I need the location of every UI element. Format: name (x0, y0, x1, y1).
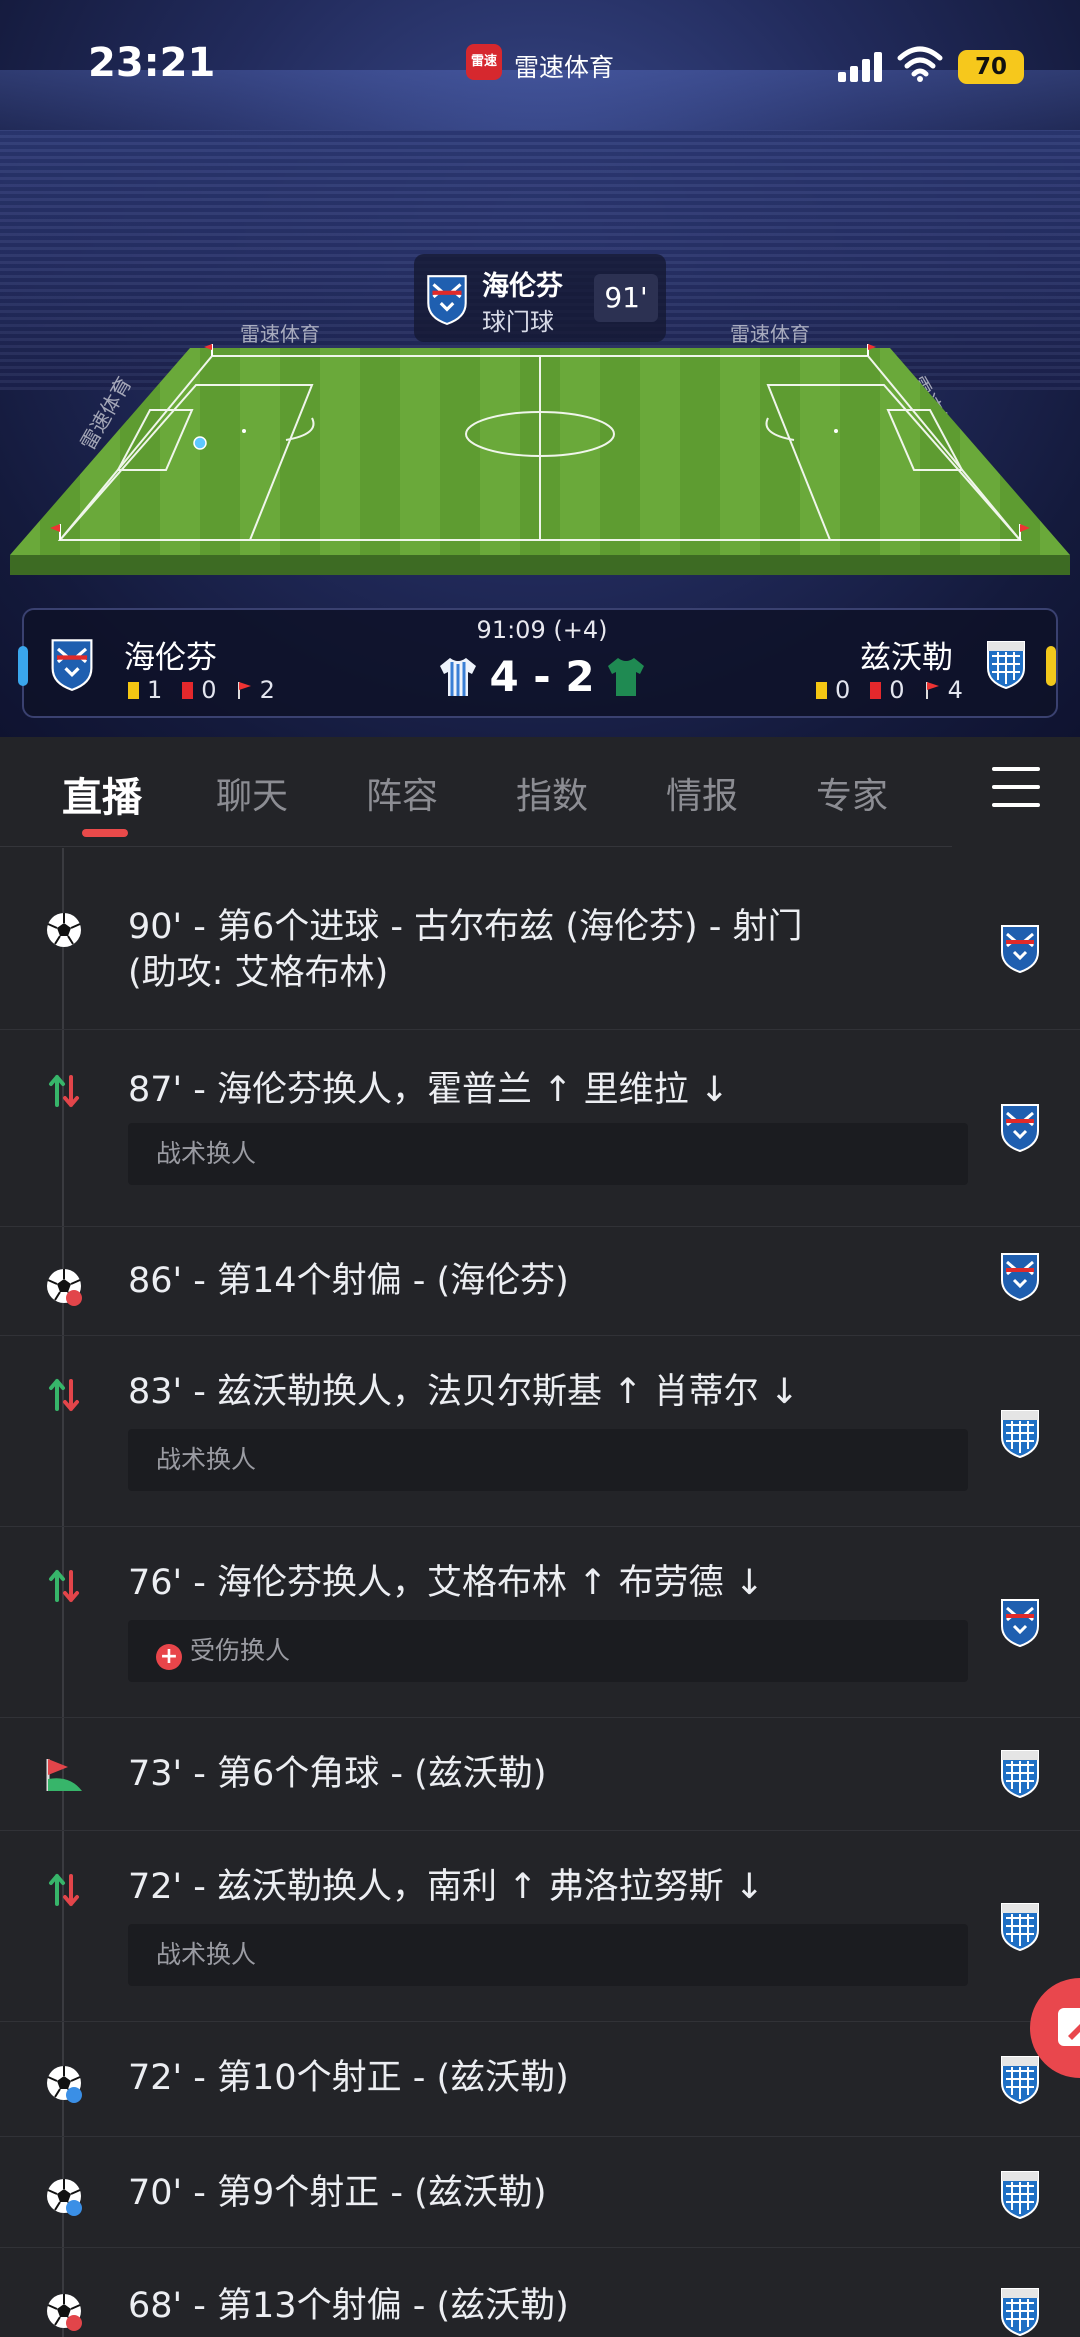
event-row[interactable]: 72' - 第10个射正 - (兹沃勒) (0, 2023, 1080, 2137)
zwolle-crest-icon[interactable] (984, 638, 1028, 690)
substitution-reason-text: 受伤换人 (190, 1636, 291, 1665)
shot-on-target-icon (42, 2174, 82, 2216)
event-text: 70' - 第9个射正 - (兹沃勒) (128, 2173, 547, 2213)
substitution-reason: 战术换人 (128, 1123, 968, 1185)
event-text: 72' - 第10个射正 - (兹沃勒) (128, 2058, 569, 2098)
tab-lineup[interactable]: 阵容 (366, 767, 438, 819)
event-text: 86' - 第14个射偏 - (海伦芬) (128, 1261, 569, 1301)
heerenveen-crest-icon (427, 275, 467, 326)
event-row[interactable]: 72' - 兹沃勒换人，南利 ↑ 弗洛拉努斯 ↓ 战术换人 (0, 1832, 1080, 2022)
event-text: 87' - 海伦芬换人，霍普兰 ↑ 里维拉 ↓ (128, 1070, 730, 1110)
cellular-signal-icon (838, 52, 882, 82)
tab-bar: 直播 聊天 阵容 指数 情报 专家 (0, 737, 1080, 847)
event-row[interactable]: 83' - 兹沃勒换人，法贝尔斯基 ↑ 肖蒂尔 ↓ 战术换人 (0, 1337, 1080, 1527)
tab-chat[interactable]: 聊天 (216, 767, 288, 819)
live-event-popup: 海伦芬 球门球 91' (414, 254, 666, 342)
battery-indicator: 70 (958, 50, 1024, 84)
away-team-name[interactable]: 兹沃勒 (860, 632, 953, 677)
match-animation-header: 23:21 雷速 雷速体育 70 雷速体育 雷速体育 雷速体育 雷速体育 (0, 0, 1080, 737)
heerenveen-crest-icon (998, 1250, 1042, 1302)
zwolle-crest-icon (998, 1747, 1042, 1799)
tab-intel[interactable]: 情报 (666, 767, 738, 819)
football-pitch (10, 344, 1070, 575)
injury-icon: + (156, 1644, 182, 1670)
tab-divider (0, 846, 952, 847)
shot-off-target-icon (42, 1264, 82, 1306)
event-text: 90' - 第6个进球 - 古尔布兹 (海伦芬) - 射门 (助攻: 艾格布林) (128, 904, 948, 996)
shot-on-target-icon (42, 2061, 82, 2103)
event-row[interactable]: 90' - 第6个进球 - 古尔布兹 (海伦芬) - 射门 (助攻: 艾格布林) (0, 880, 1080, 1030)
zwolle-crest-icon (998, 1900, 1042, 1952)
event-text: 73' - 第6个角球 - (兹沃勒) (128, 1754, 547, 1794)
heerenveen-crest-icon (998, 1101, 1042, 1153)
scoreboard: 海伦芬 1 0 2 91:09 (+4) 4 - 2 兹沃勒 0 0 4 (18, 608, 1058, 718)
away-corner-count: 4 (947, 676, 963, 704)
event-line-2: (助攻: 艾格布林) (128, 953, 389, 993)
substitution-reason: 战术换人 (128, 1924, 968, 1986)
substitution-icon (42, 1069, 86, 1113)
app-logo-icon: 雷速 (466, 44, 502, 80)
live-event-team: 海伦芬 (482, 271, 563, 302)
event-row[interactable]: 68' - 第13个射偏 - (兹沃勒) (0, 2249, 1080, 2337)
substitution-icon (42, 1564, 86, 1608)
red-card-icon (870, 681, 882, 699)
substitution-reason: 战术换人 (128, 1429, 968, 1491)
status-time: 23:21 (88, 40, 216, 86)
zwolle-crest-icon (998, 2285, 1042, 2337)
corner-flag-icon (925, 682, 939, 699)
live-event-minute: 91' (594, 274, 658, 322)
event-line-1: 90' - 第6个进球 - 古尔布兹 (海伦芬) - 射门 (128, 907, 803, 947)
live-event-type: 球门球 (482, 308, 554, 336)
wifi-icon (897, 46, 943, 82)
event-row[interactable]: 70' - 第9个射正 - (兹沃勒) (0, 2138, 1080, 2248)
event-text: 68' - 第13个射偏 - (兹沃勒) (128, 2286, 569, 2326)
heerenveen-crest-icon (998, 1596, 1042, 1648)
event-text: 83' - 兹沃勒换人，法贝尔斯基 ↑ 肖蒂尔 ↓ (128, 1372, 800, 1412)
shot-off-target-icon (42, 2289, 82, 2331)
zwolle-crest-icon (998, 2168, 1042, 2220)
event-row[interactable]: 86' - 第14个射偏 - (海伦芬) (0, 1228, 1080, 1336)
substitution-reason: + 受伤换人 (128, 1620, 968, 1682)
tab-experts[interactable]: 专家 (816, 767, 888, 819)
heerenveen-crest-icon (998, 922, 1042, 974)
event-text: 72' - 兹沃勒换人，南利 ↑ 弗洛拉努斯 ↓ (128, 1867, 765, 1907)
tab-odds[interactable]: 指数 (516, 767, 588, 819)
zwolle-crest-icon (998, 2053, 1042, 2105)
goal-icon (42, 908, 86, 952)
menu-icon[interactable] (992, 767, 1040, 807)
away-team-stats: 0 0 4 (816, 676, 963, 704)
event-text: 76' - 海伦芬换人，艾格布林 ↑ 布劳德 ↓ (128, 1563, 765, 1603)
tab-live[interactable]: 直播 (62, 765, 142, 823)
yellow-card-icon (816, 681, 827, 699)
event-row[interactable]: 76' - 海伦芬换人，艾格布林 ↑ 布劳德 ↓ + 受伤换人 (0, 1528, 1080, 1718)
event-row[interactable]: 87' - 海伦芬换人，霍普兰 ↑ 里维拉 ↓ 战术换人 (0, 1031, 1080, 1227)
substitution-icon (42, 1373, 86, 1417)
status-bar: 23:21 雷速 雷速体育 70 (0, 0, 1080, 130)
away-red-count: 0 (889, 676, 905, 704)
corner-kick-icon (46, 1759, 82, 1791)
app-name: 雷速体育 (514, 53, 615, 82)
pencil-icon (1058, 2008, 1080, 2046)
event-row[interactable]: 73' - 第6个角球 - (兹沃勒) (0, 1719, 1080, 1831)
substitution-icon (42, 1868, 86, 1912)
active-tab-indicator (82, 829, 128, 837)
zwolle-crest-icon (998, 1407, 1042, 1459)
away-yellow-count: 0 (835, 676, 851, 704)
away-kit-icon (608, 658, 644, 696)
